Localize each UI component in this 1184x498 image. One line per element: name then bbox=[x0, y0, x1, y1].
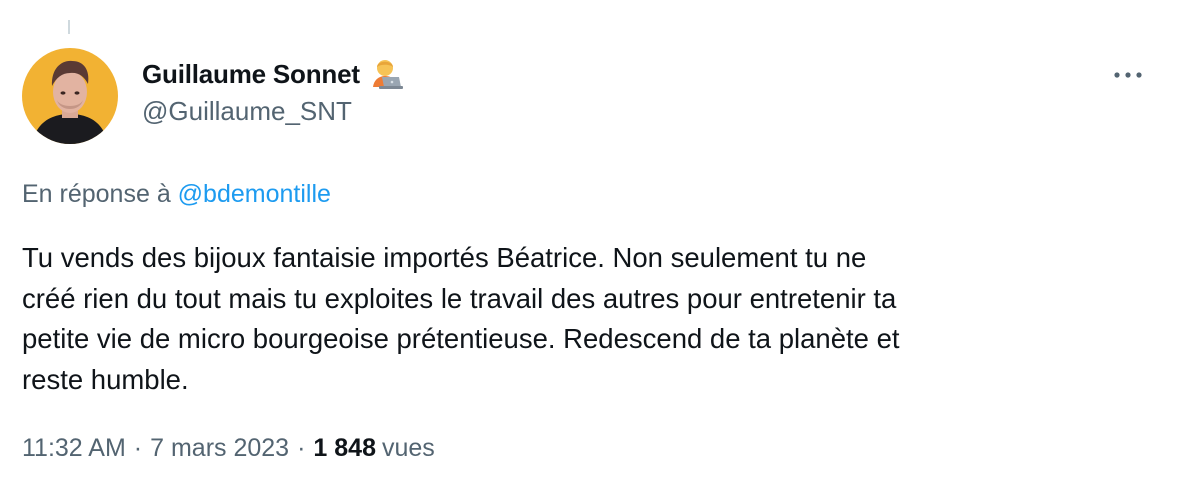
more-options-button[interactable] bbox=[1108, 60, 1148, 90]
author-handle[interactable]: @Guillaume_SNT bbox=[142, 96, 406, 127]
thread-connector-line bbox=[68, 20, 70, 34]
meta-separator: · bbox=[133, 434, 143, 462]
author-display-name[interactable]: Guillaume Sonnet bbox=[142, 59, 360, 90]
reply-context: En réponse à @bdemontille bbox=[22, 180, 331, 209]
tweet-card: Guillaume Sonnet @Guillaume_SNT En répon… bbox=[0, 0, 1184, 498]
technologist-emoji-icon bbox=[368, 55, 406, 93]
avatar-image bbox=[22, 48, 118, 144]
author-name-row: Guillaume Sonnet bbox=[142, 56, 406, 92]
tweet-meta: 11:32 AM · 7 mars 2023 · 1 848 vues bbox=[22, 434, 435, 463]
reply-mention-link[interactable]: @bdemontille bbox=[178, 180, 331, 208]
views-label[interactable]: vues bbox=[382, 434, 435, 463]
tweet-date[interactable]: 7 mars 2023 bbox=[150, 434, 289, 463]
tweet-time[interactable]: 11:32 AM bbox=[22, 434, 126, 463]
meta-separator-2: · bbox=[297, 434, 306, 462]
avatar[interactable] bbox=[22, 48, 118, 144]
tweet-text: Tu vends des bijoux fantaisie importés B… bbox=[22, 242, 900, 395]
reply-prefix: En réponse à bbox=[22, 180, 171, 208]
views-count[interactable]: 1 848 bbox=[313, 434, 376, 463]
author-block: Guillaume Sonnet @Guillaume_SNT bbox=[142, 56, 406, 127]
more-dots-icon bbox=[1114, 72, 1142, 78]
